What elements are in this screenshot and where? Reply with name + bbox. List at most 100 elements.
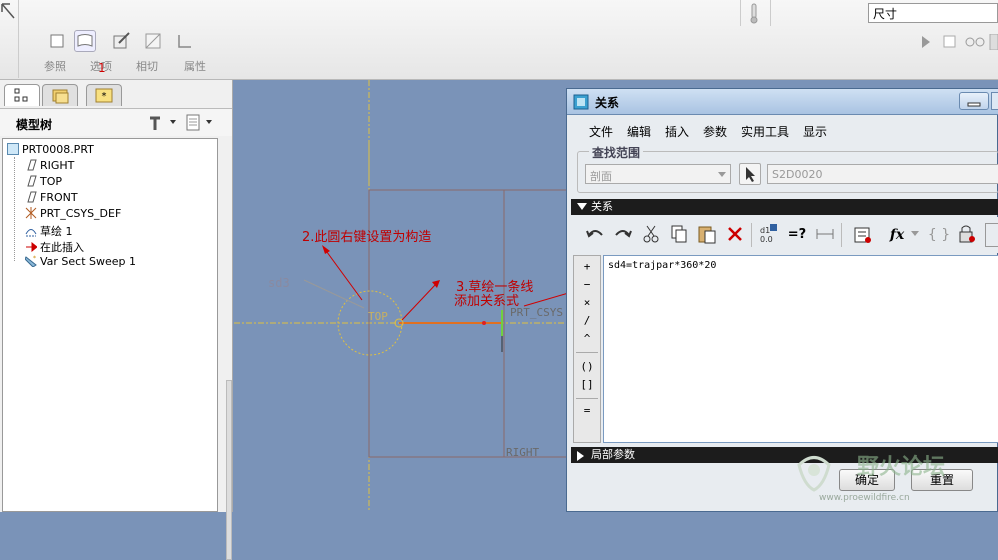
toolbar-separator — [841, 223, 842, 247]
tree-item-top[interactable]: TOP — [25, 175, 62, 188]
annotation-relation: 添加关系式 — [454, 294, 520, 309]
dimension-leader — [303, 279, 365, 309]
step-badge: 1 — [98, 61, 106, 75]
dimension-values-button[interactable]: d1 0.0 — [757, 223, 781, 247]
tangency-button[interactable] — [110, 30, 132, 52]
tree-item-csys[interactable]: PRT_CSYS_DEF — [25, 207, 121, 220]
operator-parentheses[interactable]: () — [574, 360, 600, 373]
settings-tools-icon[interactable] — [146, 112, 180, 134]
delete-button[interactable] — [723, 223, 747, 247]
sort-relations-button[interactable] — [813, 223, 837, 247]
menu-utilities[interactable]: 实用工具 — [741, 123, 789, 140]
show-menu-icon[interactable] — [184, 112, 218, 134]
model-tree-panel: * 模型树 PRT0008.PRT RIGHT TOP FRONT PRT_CS… — [0, 80, 233, 560]
datum-plane-icon — [27, 175, 37, 187]
operator-multiply[interactable]: × — [574, 296, 600, 309]
maximize-button[interactable] — [991, 92, 998, 110]
glasses-icon — [965, 37, 975, 47]
operator-palette: + − × / ^ () [] = — [573, 255, 601, 443]
relations-editor[interactable]: sd4=trajpar*360*20 — [603, 255, 998, 443]
tangent-button[interactable] — [142, 30, 164, 52]
panel-scrollbar[interactable] — [226, 380, 232, 560]
verify-relations-button[interactable]: =? — [785, 223, 809, 247]
chevron-down-icon — [718, 172, 726, 177]
insert-function-button[interactable]: fx — [885, 223, 909, 247]
operator-divide[interactable]: / — [574, 314, 600, 327]
dimension-select[interactable]: 尺寸 — [868, 3, 998, 23]
operator-power[interactable]: ^ — [574, 332, 600, 345]
lock-icon — [959, 225, 975, 243]
options-button[interactable] — [74, 30, 96, 52]
relation-line: sd4=trajpar*360*20 — [608, 260, 717, 271]
scope-label: 查找范围 — [589, 144, 644, 161]
tree-item-var-sect-sweep[interactable]: * Var Sect Sweep 1 — [25, 255, 136, 268]
chevron-down-icon[interactable] — [911, 231, 921, 239]
sweep-icon: * — [25, 255, 37, 267]
properties-label: 属性 — [184, 60, 206, 73]
model-tree: PRT0008.PRT RIGHT TOP FRONT PRT_CSYS_DEF… — [2, 138, 218, 512]
tree-item-part[interactable]: PRT0008.PRT — [7, 143, 94, 156]
tree-item-sketch[interactable]: 草绘 1 — [25, 223, 73, 239]
minimize-button[interactable] — [959, 92, 989, 110]
svg-text:d1: d1 — [760, 226, 770, 235]
select-target-button[interactable] — [739, 163, 761, 185]
references-button[interactable] — [46, 30, 68, 52]
expand-icon — [577, 451, 584, 461]
menu-file[interactable]: 文件 — [589, 123, 613, 140]
evaluate-button[interactable] — [851, 223, 875, 247]
operator-equals[interactable]: = — [574, 404, 600, 417]
tangent-icon — [145, 33, 161, 49]
scope-value: 剖面 — [590, 170, 612, 183]
more-tools-button[interactable] — [985, 223, 998, 247]
operator-minus[interactable]: − — [574, 278, 600, 291]
tree-item-right[interactable]: RIGHT — [25, 159, 74, 172]
menu-edit[interactable]: 编辑 — [627, 123, 651, 140]
menu-parameters[interactable]: 参数 — [703, 123, 727, 140]
collapse-icon — [577, 203, 587, 210]
svg-text:0.0: 0.0 — [760, 235, 773, 244]
references-label: 参照 — [44, 60, 66, 73]
tab-folder-browser[interactable] — [42, 84, 78, 106]
target-field[interactable]: S2D0020 — [767, 164, 998, 184]
brackets-button[interactable]: { } — [927, 223, 951, 247]
undo-button[interactable] — [583, 223, 607, 247]
menu-insert[interactable]: 插入 — [665, 123, 689, 140]
tab-model-tree[interactable] — [4, 84, 40, 106]
paste-button[interactable] — [695, 223, 719, 247]
cut-button[interactable] — [639, 223, 663, 247]
dimension-sd3[interactable]: sd3 — [268, 276, 290, 290]
tree-connector — [14, 157, 15, 261]
tab-favorites[interactable]: * — [86, 84, 122, 106]
part-icon — [7, 143, 19, 155]
annotation-arrowhead — [322, 245, 330, 254]
options-icon — [77, 34, 93, 47]
tree-item-insert-here[interactable]: 在此插入 — [25, 239, 84, 255]
sketch-icon — [25, 229, 37, 237]
favorites-icon: * — [95, 88, 113, 103]
dialog-menubar: 文件 编辑 插入 参数 实用工具 显示 — [567, 117, 998, 139]
svg-text:*: * — [102, 91, 107, 102]
tangency-icon — [113, 32, 130, 49]
play-icon — [922, 36, 930, 48]
dialog-titlebar[interactable]: 关系 — [567, 89, 998, 115]
palette-separator — [576, 352, 598, 353]
menu-display[interactable]: 显示 — [803, 123, 827, 140]
lock-button[interactable] — [955, 223, 979, 247]
delete-icon — [728, 227, 742, 241]
expand-icon — [989, 34, 998, 50]
datum-plane-icon — [27, 159, 37, 171]
operator-plus[interactable]: + — [574, 260, 600, 273]
sketch-arrow-icon[interactable] — [0, 2, 16, 22]
annotation-arrow-1b — [401, 283, 437, 321]
redo-button[interactable] — [611, 223, 635, 247]
undo-icon — [586, 230, 603, 238]
scope-select[interactable]: 剖面 — [585, 164, 731, 184]
relations-section-header[interactable]: 关系 — [571, 199, 998, 215]
tree-item-front[interactable]: FRONT — [25, 191, 78, 204]
properties-button[interactable] — [174, 30, 196, 52]
copy-button[interactable] — [667, 223, 691, 247]
operator-brackets[interactable]: [] — [574, 378, 600, 391]
watermark-url: www.proewildfire.cn — [819, 493, 910, 503]
csys-icon — [25, 207, 37, 219]
properties-icon — [178, 35, 191, 48]
